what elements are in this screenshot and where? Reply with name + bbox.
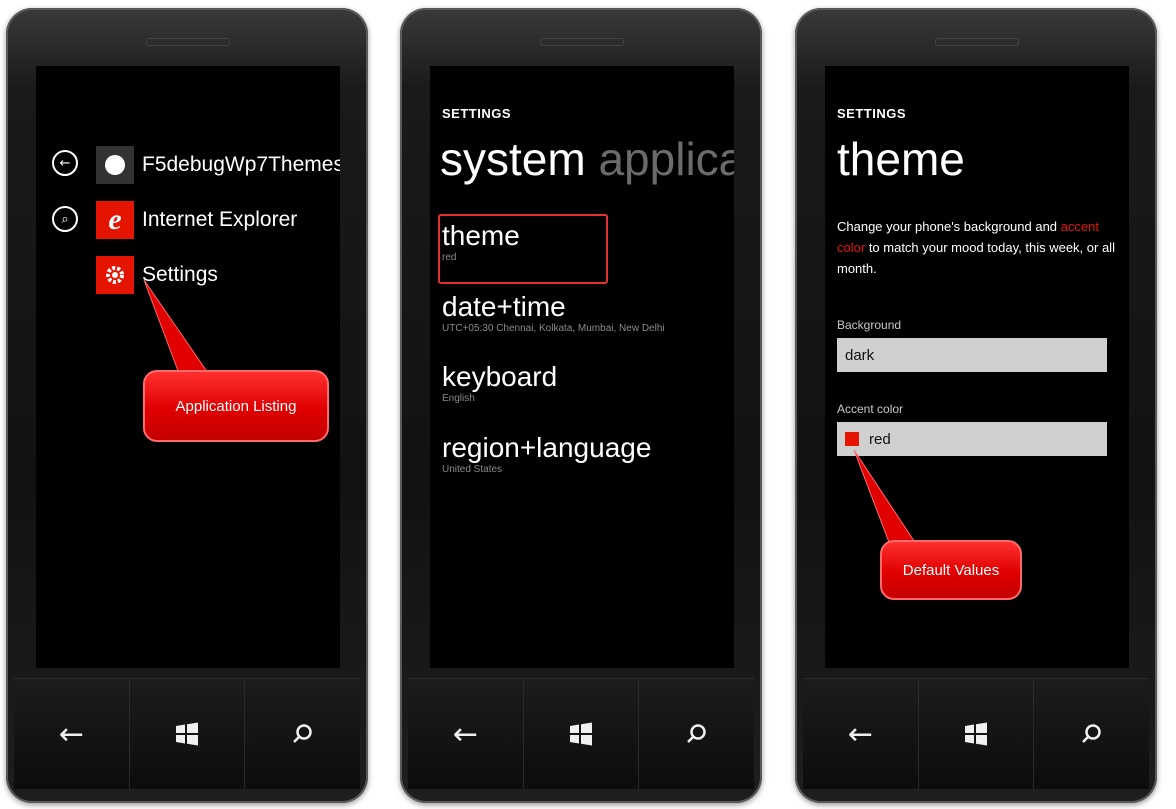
app-gear-icon (96, 146, 134, 184)
back-icon[interactable]: ← (14, 679, 130, 789)
back-icon[interactable]: ← (803, 679, 919, 789)
background-value: dark (845, 346, 875, 364)
ie-icon: e (96, 201, 134, 239)
setting-title: region+language (442, 432, 652, 463)
description-text: Change your phone's background and (837, 219, 1058, 234)
accent-color-value: red (869, 430, 891, 448)
hardware-buttons: ← (408, 678, 755, 789)
page-title: theme (837, 133, 965, 185)
windows-start-icon[interactable] (129, 679, 246, 789)
setting-item-date-time[interactable]: date+time UTC+05:30 Chennai, Kolkata, Mu… (442, 291, 665, 335)
speaker-grille (540, 38, 624, 46)
pivot-header: system applica (440, 132, 734, 186)
back-icon[interactable]: ← (408, 679, 524, 789)
page-header: SETTINGS (442, 106, 512, 121)
pivot-item-applications[interactable]: applica (598, 133, 734, 185)
phone-settings-system: SETTINGS system applica theme red date+t… (400, 8, 762, 803)
accent-color-label: Accent color (837, 402, 904, 416)
background-label: Background (837, 318, 902, 332)
back-circle-icon[interactable]: ← (52, 150, 78, 176)
setting-item-keyboard[interactable]: keyboard English (442, 361, 557, 405)
hardware-buttons: ← (803, 678, 1150, 789)
phone-theme-settings: SETTINGS theme Change your phone's backg… (795, 8, 1157, 803)
description-text: to match your mood today, this week, or … (837, 240, 1115, 276)
setting-title: date+time (442, 291, 566, 322)
highlight-box (438, 214, 608, 284)
callout-pointer (143, 279, 211, 377)
setting-item-region-language[interactable]: region+language United States (442, 432, 651, 476)
windows-start-icon[interactable] (523, 679, 640, 789)
setting-subtitle: UTC+05:30 Chennai, Kolkata, Mumbai, New … (442, 323, 665, 334)
setting-item-theme[interactable]: theme red (438, 214, 608, 284)
setting-subtitle: English (442, 393, 475, 404)
setting-title: keyboard (442, 361, 558, 392)
pivot-item-system[interactable]: system (440, 133, 586, 185)
search-circle-icon[interactable]: ⌕ (52, 206, 78, 232)
app-item-f5debug[interactable]: F5debugWp7Themes (96, 146, 340, 184)
callout-default-values: Default Values (880, 540, 1022, 600)
page-header: SETTINGS (837, 106, 907, 121)
hardware-buttons: ← (14, 678, 361, 789)
app-label: F5debugWp7Themes (142, 153, 340, 176)
speaker-grille (146, 38, 230, 46)
app-item-internet-explorer[interactable]: e Internet Explorer (96, 201, 297, 239)
theme-description: Change your phone's background and accen… (837, 216, 1117, 279)
settings-gear-icon (96, 256, 134, 294)
app-label: Internet Explorer (142, 208, 298, 231)
search-icon[interactable] (1034, 679, 1150, 789)
background-picker[interactable]: dark (837, 338, 1107, 372)
accent-swatch (845, 432, 859, 446)
callout-application-listing: Application Listing (143, 370, 329, 442)
setting-subtitle: United States (442, 464, 503, 475)
windows-start-icon[interactable] (918, 679, 1035, 789)
speaker-grille (935, 38, 1019, 46)
search-icon[interactable] (245, 679, 361, 789)
search-icon[interactable] (639, 679, 755, 789)
phone-screen: SETTINGS system applica theme red date+t… (430, 66, 734, 668)
